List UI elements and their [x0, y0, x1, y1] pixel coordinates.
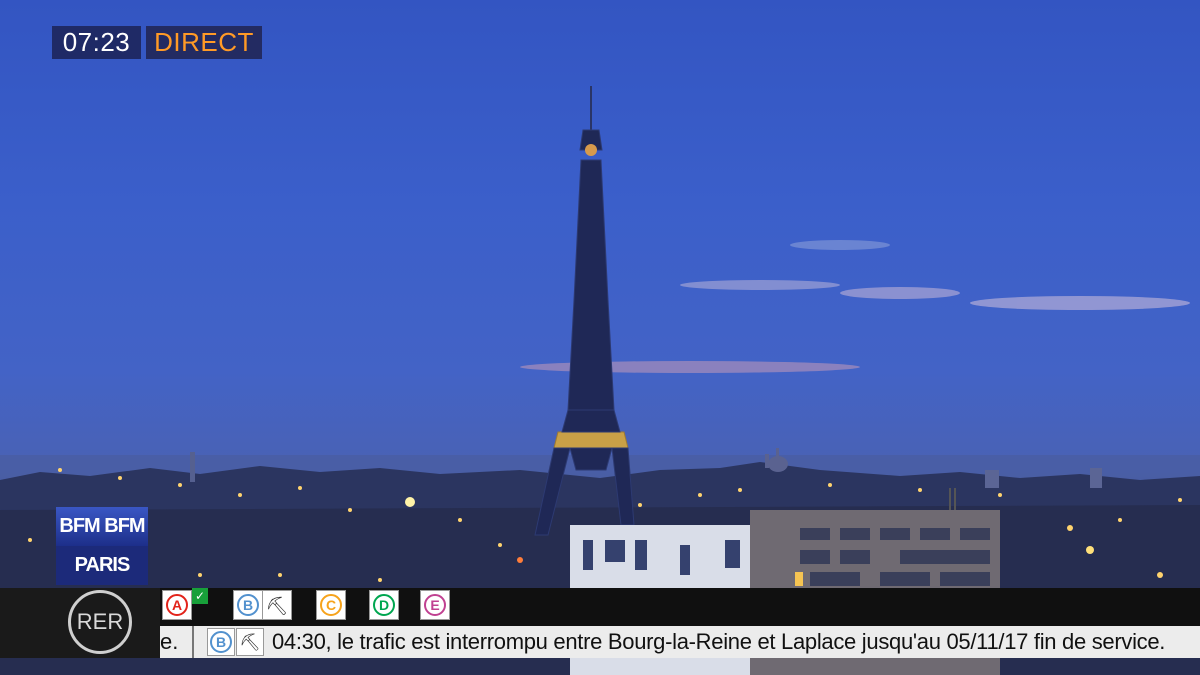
rer-line-e-icon: E — [420, 590, 450, 620]
live-clock: 07:23 — [52, 26, 141, 59]
eiffel-tower — [534, 86, 635, 536]
logo-line-2: PARIS PARIS — [56, 546, 148, 615]
paris-skyline-scene — [0, 86, 1200, 675]
logo-line-1: BFM BFM — [56, 507, 148, 546]
ticker-message: 04:30, le trafic est interrompu entre Bo… — [272, 629, 1166, 654]
rer-label: RER — [68, 590, 132, 654]
ticker-roadworks-icon: ⛏ — [236, 628, 264, 656]
rer-line-a-icon: A — [162, 590, 192, 620]
live-badge: DIRECT — [146, 26, 262, 59]
ticker-previous-fragment: e. — [160, 626, 194, 658]
check-icon: ✓ — [192, 588, 208, 604]
line-c-letter: C — [320, 594, 342, 616]
rer-line-d-icon: D — [369, 590, 399, 620]
line-e-letter: E — [424, 594, 446, 616]
rer-line-c-icon: C — [316, 590, 346, 620]
video-frame: 07:23 DIRECT BFM BFM PARIS PARIS RER A ✓… — [0, 0, 1200, 675]
clouds — [520, 240, 1190, 373]
line-b-letter: B — [237, 594, 259, 616]
line-d-letter: D — [373, 594, 395, 616]
ticker-line-b-icon: B — [207, 628, 235, 656]
ticker-line-letter: B — [210, 631, 232, 653]
roadworks-icon: ⛏ — [262, 590, 292, 620]
line-a-letter: A — [166, 594, 188, 616]
bfm-paris-logo: BFM BFM PARIS PARIS — [56, 507, 148, 615]
rer-line-b-icon: B — [233, 590, 263, 620]
